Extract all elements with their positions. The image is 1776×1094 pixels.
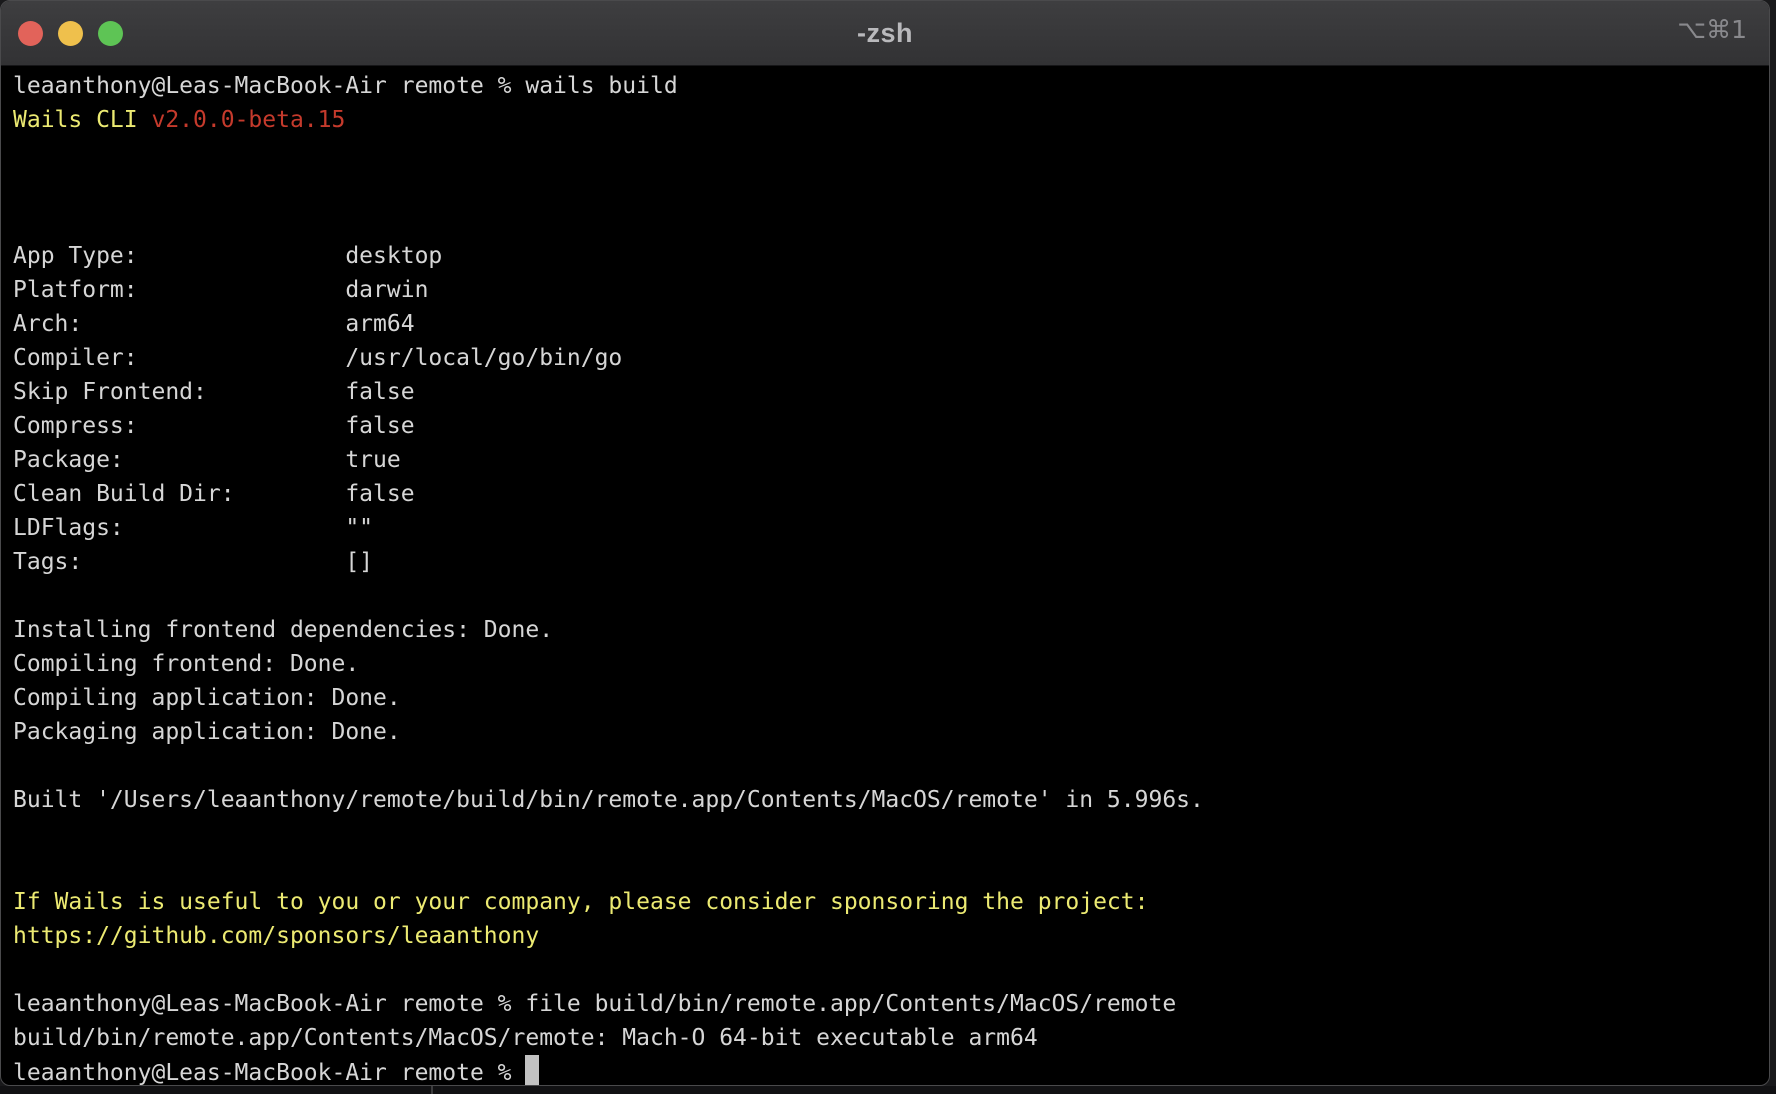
terminal-output[interactable]: leaanthony@Leas-MacBook-Air remote % wai…	[1, 66, 1769, 1086]
terminal-line: Clean Build Dir:false	[13, 477, 1769, 511]
terminal-text-segment: Packaging application: Done.	[13, 719, 401, 745]
terminal-line: leaanthony@Leas-MacBook-Air remote %	[13, 1055, 1769, 1086]
terminal-text-segment: Compiling application: Done.	[13, 685, 401, 711]
config-value: []	[345, 549, 373, 575]
terminal-text-segment: leaanthony@Leas-MacBook-Air remote % wai…	[13, 73, 678, 99]
config-label: Package:	[13, 443, 345, 477]
terminal-line: https://github.com/sponsors/leaanthony	[13, 919, 1769, 953]
config-label: Arch:	[13, 307, 345, 341]
terminal-line	[13, 579, 1769, 613]
desktop-background: { "window": { "title": "-zsh", "shortcut…	[0, 0, 1776, 1094]
terminal-line: Platform:darwin	[13, 273, 1769, 307]
terminal-text-segment: v2.0.0-beta.15	[151, 107, 345, 133]
terminal-text-segment: leaanthony@Leas-MacBook-Air remote % fil…	[13, 991, 1176, 1017]
terminal-text-segment: https://github.com/sponsors/leaanthony	[13, 923, 539, 949]
config-label: LDFlags:	[13, 511, 345, 545]
terminal-line	[13, 817, 1769, 851]
terminal-text-segment: leaanthony@Leas-MacBook-Air remote %	[13, 1060, 525, 1086]
terminal-text-segment: Built '/Users/leaanthony/remote/build/bi…	[13, 787, 1204, 813]
terminal-window: -zsh ⌥⌘1 leaanthony@Leas-MacBook-Air rem…	[0, 0, 1770, 1086]
terminal-text-segment: build/bin/remote.app/Contents/MacOS/remo…	[13, 1025, 1038, 1051]
config-label: Tags:	[13, 545, 345, 579]
background-window-edge	[431, 1086, 433, 1094]
config-value: arm64	[345, 311, 414, 337]
terminal-line: Compiler:/usr/local/go/bin/go	[13, 341, 1769, 375]
config-label: Compress:	[13, 409, 345, 443]
terminal-line: Packaging application: Done.	[13, 715, 1769, 749]
terminal-line: build/bin/remote.app/Contents/MacOS/remo…	[13, 1021, 1769, 1055]
config-label: App Type:	[13, 239, 345, 273]
window-title: -zsh	[1, 18, 1769, 49]
titlebar[interactable]: -zsh ⌥⌘1	[1, 1, 1769, 66]
terminal-line: Compiling frontend: Done.	[13, 647, 1769, 681]
terminal-line: Compiling application: Done.	[13, 681, 1769, 715]
terminal-line: Wails CLI v2.0.0-beta.15	[13, 103, 1769, 137]
config-value: ""	[345, 515, 373, 541]
config-value: /usr/local/go/bin/go	[345, 345, 622, 371]
terminal-text-segment: Compiling frontend: Done.	[13, 651, 359, 677]
terminal-line: Arch:arm64	[13, 307, 1769, 341]
config-label: Platform:	[13, 273, 345, 307]
terminal-line: LDFlags:""	[13, 511, 1769, 545]
terminal-line: If Wails is useful to you or your compan…	[13, 885, 1769, 919]
terminal-line	[13, 205, 1769, 239]
terminal-line: Tags:[]	[13, 545, 1769, 579]
terminal-text-segment: Wails CLI	[13, 107, 151, 133]
terminal-line	[13, 953, 1769, 987]
config-label: Skip Frontend:	[13, 375, 345, 409]
terminal-line: leaanthony@Leas-MacBook-Air remote % fil…	[13, 987, 1769, 1021]
terminal-line: leaanthony@Leas-MacBook-Air remote % wai…	[13, 69, 1769, 103]
terminal-line: Compress:false	[13, 409, 1769, 443]
terminal-text-segment: Installing frontend dependencies: Done.	[13, 617, 553, 643]
config-value: true	[345, 447, 400, 473]
tab-shortcut-hint: ⌥⌘1	[1677, 15, 1747, 44]
terminal-line: Installing frontend dependencies: Done.	[13, 613, 1769, 647]
terminal-line: Built '/Users/leaanthony/remote/build/bi…	[13, 783, 1769, 817]
terminal-line: Package:true	[13, 443, 1769, 477]
config-value: desktop	[345, 243, 442, 269]
config-value: false	[345, 379, 414, 405]
terminal-line	[13, 137, 1769, 171]
terminal-line	[13, 171, 1769, 205]
config-label: Compiler:	[13, 341, 345, 375]
terminal-line: Skip Frontend:false	[13, 375, 1769, 409]
terminal-cursor	[525, 1055, 539, 1086]
config-value: darwin	[345, 277, 428, 303]
config-label: Clean Build Dir:	[13, 477, 345, 511]
terminal-text-segment: If Wails is useful to you or your compan…	[13, 889, 1148, 915]
config-value: false	[345, 481, 414, 507]
terminal-line	[13, 749, 1769, 783]
background-strip	[0, 1086, 1776, 1094]
config-value: false	[345, 413, 414, 439]
terminal-line	[13, 851, 1769, 885]
terminal-line: App Type:desktop	[13, 239, 1769, 273]
